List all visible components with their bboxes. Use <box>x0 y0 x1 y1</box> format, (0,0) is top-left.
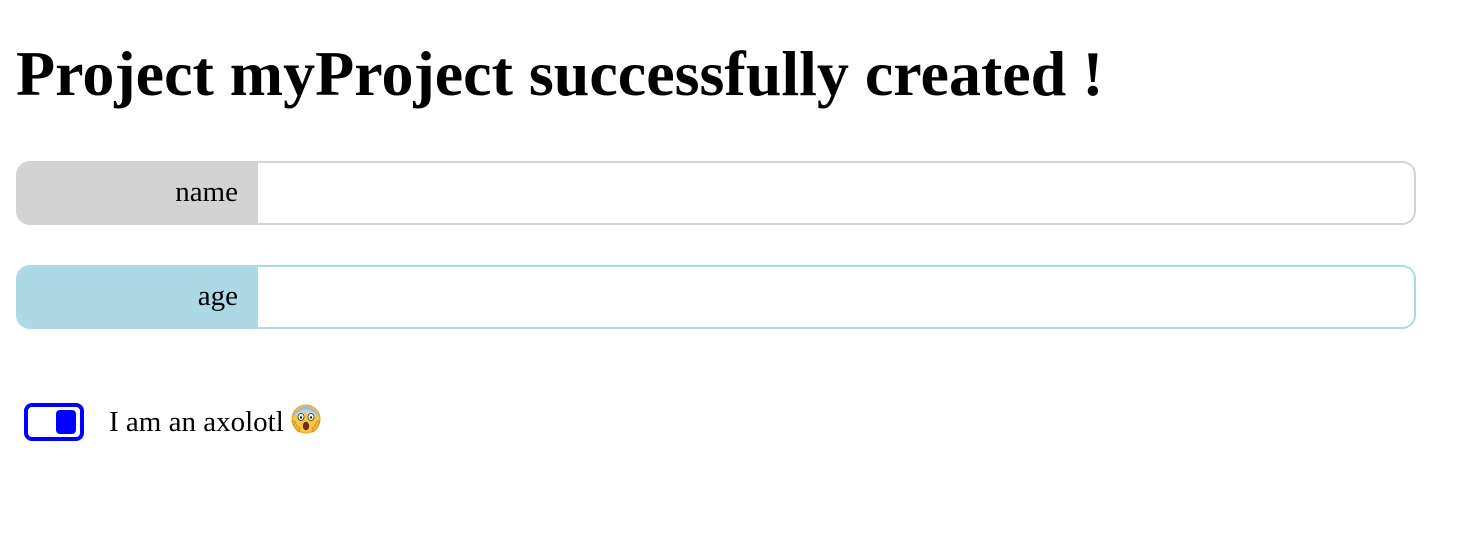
name-input[interactable] <box>258 163 1414 223</box>
axolotl-toggle-label: I am an axolotl <box>109 402 322 442</box>
name-field-label: name <box>18 163 258 223</box>
axolotl-toggle-text: I am an axolotl <box>109 406 284 438</box>
axolotl-toggle-row: I am an axolotl <box>24 402 322 442</box>
axolotl-toggle[interactable] <box>24 403 84 441</box>
age-input[interactable] <box>258 267 1414 327</box>
screaming-face-icon <box>291 404 321 434</box>
age-field-label: age <box>18 267 258 327</box>
name-field-row: name <box>16 161 1416 225</box>
page-title: Project myProject successfully created ! <box>16 38 1104 109</box>
age-field-row: age <box>16 265 1416 329</box>
toggle-knob[interactable] <box>56 410 76 434</box>
